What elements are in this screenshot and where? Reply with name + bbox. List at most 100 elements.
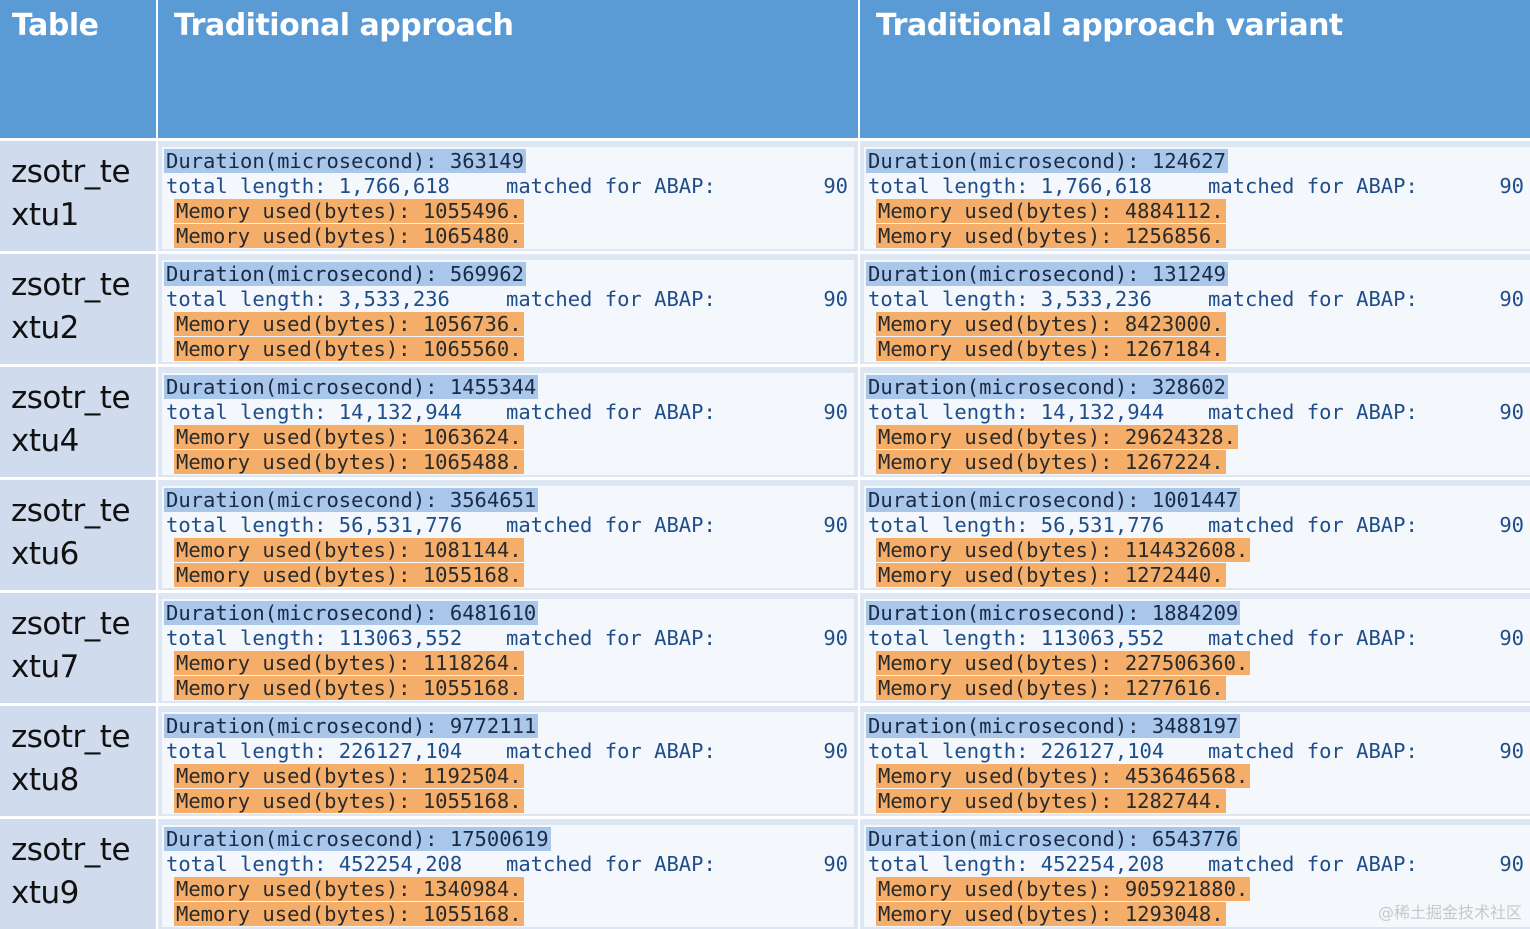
table-name-line-2: xtu4	[11, 423, 79, 459]
table-name-line-2: xtu2	[11, 310, 79, 346]
memory-value-1: 1118264.	[422, 651, 522, 675]
duration-line: Duration(microsecond): 328602	[866, 375, 1530, 400]
header-table: Table	[0, 0, 156, 138]
duration-highlight: Duration(microsecond): 6481610	[164, 601, 539, 625]
duration-line: Duration(microsecond): 363149	[164, 149, 854, 174]
memory-label: Memory used(bytes):	[176, 199, 411, 223]
memory-line-2: Memory used(bytes): 1267184.	[866, 337, 1530, 362]
total-length-line: total length: 3,533,236 matched for ABAP:…	[164, 287, 854, 312]
memory-value-1: 1055496.	[422, 199, 522, 223]
total-length-label: total length:	[868, 287, 1029, 311]
memory-label: Memory used(bytes):	[878, 224, 1113, 248]
memory-value-1: 114432608.	[1124, 538, 1249, 562]
table-name-line-1: zsotr_te	[11, 380, 131, 416]
memory-highlight: Memory used(bytes): 29624328.	[876, 425, 1238, 449]
duration-value: 1455344	[449, 375, 537, 399]
result-output: Duration(microsecond): 1884209 total leng…	[864, 599, 1530, 701]
memory-line-1: Memory used(bytes): 1063624.	[164, 425, 854, 450]
memory-highlight: Memory used(bytes): 1065488.	[174, 450, 524, 474]
duration-label: Duration(microsecond):	[166, 714, 438, 738]
matched-label: matched for ABAP:	[506, 626, 716, 650]
table-name-line-2: xtu1	[11, 197, 79, 233]
memory-label: Memory used(bytes):	[878, 651, 1113, 675]
memory-label: Memory used(bytes):	[878, 877, 1113, 901]
duration-line: Duration(microsecond): 569962	[164, 262, 854, 287]
duration-highlight: Duration(microsecond): 328602	[866, 375, 1228, 399]
memory-label: Memory used(bytes):	[878, 199, 1113, 223]
duration-label: Duration(microsecond):	[166, 488, 438, 512]
duration-line: Duration(microsecond): 3488197	[866, 714, 1530, 739]
total-length-line: total length: 3,533,236 matched for ABAP:…	[866, 287, 1530, 312]
duration-value: 17500619	[449, 827, 549, 851]
memory-highlight: Memory used(bytes): 1055496.	[174, 199, 524, 223]
matched-value: 90	[823, 400, 848, 424]
matched-value: 90	[1499, 513, 1524, 537]
memory-value-1: 1063624.	[422, 425, 522, 449]
memory-highlight: Memory used(bytes): 1293048.	[876, 902, 1226, 926]
table-name-line-1: zsotr_te	[11, 832, 131, 868]
result-output: Duration(microsecond): 124627 total lengt…	[864, 147, 1530, 249]
total-length-value: 113063,552	[1040, 626, 1165, 650]
total-length-label: total length:	[166, 852, 327, 876]
memory-value-2: 1065488.	[422, 450, 522, 474]
memory-label: Memory used(bytes):	[878, 450, 1113, 474]
variant-result-cell: Duration(microsecond): 124627 total lengt…	[860, 141, 1530, 251]
memory-value-1: 1192504.	[422, 764, 522, 788]
memory-label: Memory used(bytes):	[878, 337, 1113, 361]
matched-value: 90	[823, 852, 848, 876]
result-output: Duration(microsecond): 363149 total lengt…	[162, 147, 854, 249]
duration-line: Duration(microsecond): 131249	[866, 262, 1530, 287]
memory-highlight: Memory used(bytes): 1192504.	[174, 764, 524, 788]
header-traditional-approach: Traditional approach	[158, 0, 858, 138]
traditional-result-cell: Duration(microsecond): 17500619 total len…	[158, 819, 858, 929]
total-length-line: total length: 1,766,618 matched for ABAP:…	[164, 174, 854, 199]
memory-label: Memory used(bytes):	[176, 224, 411, 248]
matched-label: matched for ABAP:	[506, 739, 716, 763]
memory-line-2: Memory used(bytes): 1272440.	[866, 563, 1530, 588]
duration-label: Duration(microsecond):	[868, 375, 1140, 399]
duration-line: Duration(microsecond): 3564651	[164, 488, 854, 513]
matched-value: 90	[1499, 287, 1524, 311]
result-output: Duration(microsecond): 328602 total lengt…	[864, 373, 1530, 475]
table-name-cell: zsotr_te xtu6	[0, 480, 156, 590]
matched-label: matched for ABAP:	[1208, 174, 1418, 198]
memory-highlight: Memory used(bytes): 1055168.	[174, 789, 524, 813]
total-length-line: total length: 113063,552 matched for ABAP…	[866, 626, 1530, 651]
duration-highlight: Duration(microsecond): 131249	[866, 262, 1228, 286]
memory-value-1: 8423000.	[1124, 312, 1224, 336]
memory-highlight: Memory used(bytes): 905921880.	[876, 877, 1251, 901]
memory-highlight: Memory used(bytes): 453646568.	[876, 764, 1251, 788]
memory-label: Memory used(bytes):	[878, 789, 1113, 813]
memory-value-2: 1065560.	[422, 337, 522, 361]
results-table: Table Traditional approach Traditional a…	[0, 0, 1530, 929]
duration-highlight: Duration(microsecond): 124627	[866, 149, 1228, 173]
total-length-value: 14,132,944	[1040, 400, 1165, 424]
total-length-line: total length: 14,132,944 matched for ABAP…	[164, 400, 854, 425]
result-output: Duration(microsecond): 9772111 total leng…	[162, 712, 854, 814]
memory-line-1: Memory used(bytes): 8423000.	[866, 312, 1530, 337]
duration-value: 1001447	[1151, 488, 1239, 512]
result-output: Duration(microsecond): 3564651 total leng…	[162, 486, 854, 588]
variant-result-cell: Duration(microsecond): 1884209 total leng…	[860, 593, 1530, 703]
duration-highlight: Duration(microsecond): 569962	[164, 262, 526, 286]
matched-value: 90	[823, 739, 848, 763]
table-name-line-1: zsotr_te	[11, 154, 131, 190]
memory-label: Memory used(bytes):	[878, 902, 1113, 926]
duration-line: Duration(microsecond): 17500619	[164, 827, 854, 852]
table-name-line-2: xtu6	[11, 536, 79, 572]
memory-label: Memory used(bytes):	[176, 538, 411, 562]
memory-highlight: Memory used(bytes): 1256856.	[876, 224, 1226, 248]
matched-value: 90	[823, 513, 848, 537]
memory-value-2: 1065480.	[422, 224, 522, 248]
memory-highlight: Memory used(bytes): 1267224.	[876, 450, 1226, 474]
memory-label: Memory used(bytes):	[176, 676, 411, 700]
traditional-result-cell: Duration(microsecond): 569962 total lengt…	[158, 254, 858, 364]
memory-highlight: Memory used(bytes): 1055168.	[174, 676, 524, 700]
memory-line-1: Memory used(bytes): 4884112.	[866, 199, 1530, 224]
memory-value-1: 905921880.	[1124, 877, 1249, 901]
total-length-line: total length: 56,531,776 matched for ABAP…	[866, 513, 1530, 538]
duration-label: Duration(microsecond):	[868, 601, 1140, 625]
result-output: Duration(microsecond): 3488197 total leng…	[864, 712, 1530, 814]
table-name-line-1: zsotr_te	[11, 719, 131, 755]
memory-line-2: Memory used(bytes): 1267224.	[866, 450, 1530, 475]
